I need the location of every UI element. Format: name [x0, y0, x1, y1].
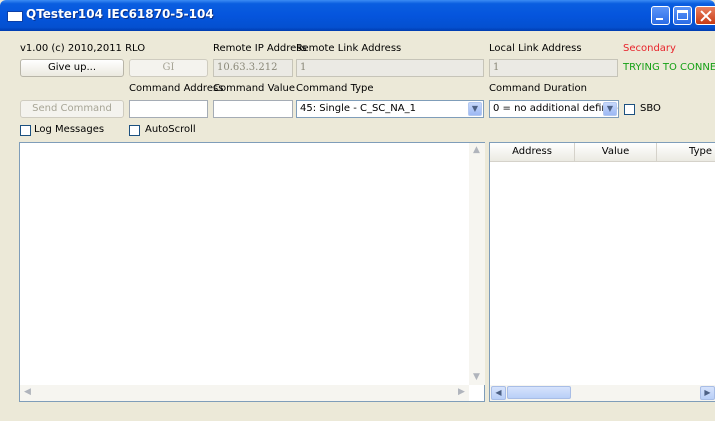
mode-label: Secondary	[623, 43, 676, 54]
scroll-right-icon[interactable]: ▶	[700, 386, 715, 400]
window-title: QTester104 IEC61870-5-104	[26, 7, 214, 21]
autoscroll-checkbox[interactable]	[129, 125, 140, 136]
remote-ip-field[interactable]: 10.63.3.212	[213, 59, 293, 77]
sbo-label: SBO	[640, 103, 661, 114]
app-window-icon	[7, 11, 23, 22]
command-duration-value: 0 = no additional definition	[493, 103, 619, 114]
command-value-label: Command Value	[213, 83, 296, 94]
command-duration-select[interactable]: 0 = no additional definition ▼	[489, 100, 619, 118]
connection-status: TRYING TO CONNECT!	[623, 62, 715, 73]
scroll-right-icon[interactable]: ▶	[454, 385, 469, 400]
local-link-label: Local Link Address	[489, 43, 582, 54]
version-label: v1.00 (c) 2010,2011 RLO	[20, 43, 146, 54]
remote-link-label: Remote Link Address	[296, 43, 402, 54]
chevron-down-icon[interactable]: ▼	[468, 102, 482, 116]
log-messages-checkbox[interactable]	[20, 125, 31, 136]
maximize-button[interactable]	[673, 6, 692, 25]
minimize-icon	[656, 18, 663, 20]
command-value-field[interactable]	[213, 100, 293, 118]
log-panel[interactable]: ▲ ▼ ◀ ▶	[19, 142, 485, 402]
column-header-value[interactable]: Value	[575, 143, 657, 161]
scroll-up-icon[interactable]: ▲	[469, 143, 484, 158]
command-address-label: Command Address	[129, 83, 224, 94]
log-vertical-scrollbar[interactable]: ▲ ▼	[469, 143, 485, 385]
command-type-label: Command Type	[296, 83, 374, 94]
scroll-down-icon[interactable]: ▼	[469, 370, 484, 385]
points-table[interactable]: Address Value Type ◀ ▶	[489, 142, 715, 402]
sbo-checkbox[interactable]	[624, 104, 635, 115]
autoscroll-label: AutoScroll	[145, 124, 196, 135]
title-bar[interactable]: QTester104 IEC61870-5-104	[0, 0, 715, 31]
command-address-field[interactable]	[129, 100, 208, 118]
maximize-icon	[677, 10, 688, 20]
log-horizontal-scrollbar[interactable]: ◀ ▶	[20, 385, 469, 401]
close-button[interactable]	[695, 6, 715, 25]
gi-button[interactable]: GI	[129, 59, 208, 77]
column-header-type[interactable]: Type	[657, 143, 715, 161]
scroll-thumb[interactable]	[507, 386, 571, 399]
command-duration-label: Command Duration	[489, 83, 588, 94]
local-link-field[interactable]: 1	[489, 59, 618, 77]
chevron-down-icon[interactable]: ▼	[603, 102, 617, 116]
table-header: Address Value Type	[490, 143, 715, 162]
scroll-left-icon[interactable]: ◀	[491, 386, 506, 400]
minimize-button[interactable]	[651, 6, 670, 25]
column-header-address[interactable]: Address	[490, 143, 575, 161]
log-messages-label: Log Messages	[34, 124, 105, 135]
scroll-left-icon[interactable]: ◀	[20, 385, 35, 400]
table-horizontal-scrollbar[interactable]: ◀ ▶	[490, 385, 715, 401]
send-command-button[interactable]: Send Command	[20, 100, 124, 118]
command-type-value: 45: Single - C_SC_NA_1	[300, 103, 416, 114]
remote-link-field[interactable]: 1	[296, 59, 484, 77]
remote-ip-label: Remote IP Address	[213, 43, 307, 54]
give-up-button[interactable]: Give up...	[20, 59, 124, 77]
command-type-select[interactable]: 45: Single - C_SC_NA_1 ▼	[296, 100, 484, 118]
